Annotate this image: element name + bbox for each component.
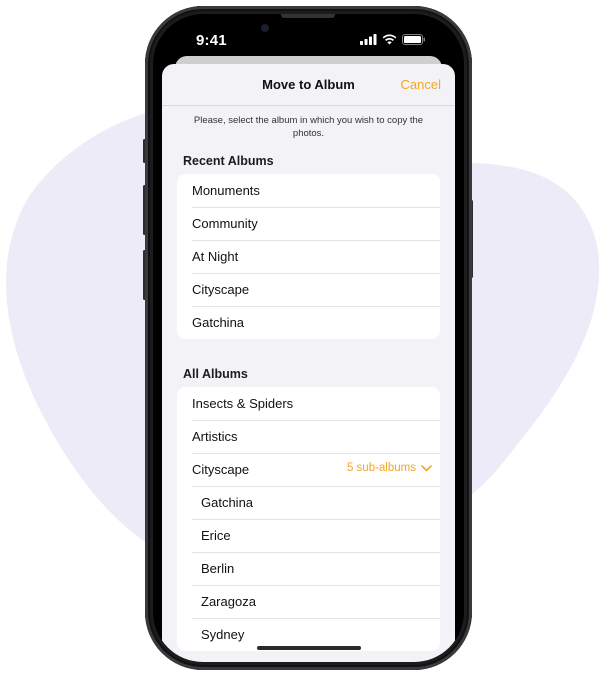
home-indicator[interactable] — [257, 646, 361, 650]
instruction-text: Please, select the album in which you wi… — [193, 115, 424, 139]
album-row[interactable]: Community — [177, 207, 440, 240]
album-row[interactable]: Artistics — [177, 420, 440, 453]
cancel-button[interactable]: Cancel — [401, 77, 441, 92]
phone-screen: 9:41 Move to Album Cancel Please, select… — [153, 14, 464, 662]
album-label: Cityscape — [192, 462, 250, 477]
album-label: At Night — [192, 249, 239, 264]
sub-album-label: Zaragoza — [201, 594, 256, 609]
status-bar: 9:41 — [153, 14, 464, 62]
album-row[interactable]: At Night — [177, 240, 440, 273]
sub-album-row[interactable]: Erice — [177, 519, 440, 552]
sub-album-label: Berlin — [201, 561, 235, 576]
wifi-icon — [382, 34, 397, 45]
status-icons — [360, 34, 426, 45]
cellular-signal-icon — [360, 34, 377, 45]
album-label: Gatchina — [192, 315, 245, 330]
sub-album-row[interactable]: Berlin — [177, 552, 440, 585]
album-label: Artistics — [192, 429, 238, 444]
move-to-album-sheet: Move to Album Cancel Please, select the … — [162, 64, 455, 662]
sub-albums-toggle[interactable]: 5 sub-albums — [347, 462, 432, 474]
album-row-expanded[interactable]: Cityscape 5 sub-albums — [177, 453, 440, 486]
album-row[interactable]: Cityscape — [177, 273, 440, 306]
recent-albums-list: Monuments Community At Night Cityscape G… — [177, 174, 440, 339]
chevron-down-icon — [421, 464, 432, 471]
sub-album-row[interactable]: Gatchina — [177, 486, 440, 519]
status-time: 9:41 — [196, 32, 227, 49]
sub-albums-count: 5 sub-albums — [346, 462, 416, 474]
album-label: Insects & Spiders — [192, 396, 294, 411]
sub-album-label: Erice — [201, 528, 231, 543]
sub-album-label: Gatchina — [201, 495, 254, 510]
all-albums-list: Insects & Spiders Artistics Cityscape 5 … — [177, 387, 440, 651]
album-label: Cityscape — [192, 282, 250, 297]
album-row[interactable]: Gatchina — [177, 306, 440, 339]
battery-icon — [402, 34, 425, 45]
recent-albums-header: Recent Albums — [183, 154, 274, 168]
sheet-navbar: Move to Album Cancel — [162, 64, 455, 106]
sub-album-row[interactable]: Zaragoza — [177, 585, 440, 618]
album-row[interactable]: Monuments — [177, 174, 440, 207]
album-row[interactable]: Insects & Spiders — [177, 387, 440, 420]
album-label: Community — [192, 216, 258, 231]
sub-album-label: Sydney — [201, 627, 245, 642]
all-albums-header: All Albums — [183, 367, 248, 381]
album-label: Monuments — [192, 183, 260, 198]
